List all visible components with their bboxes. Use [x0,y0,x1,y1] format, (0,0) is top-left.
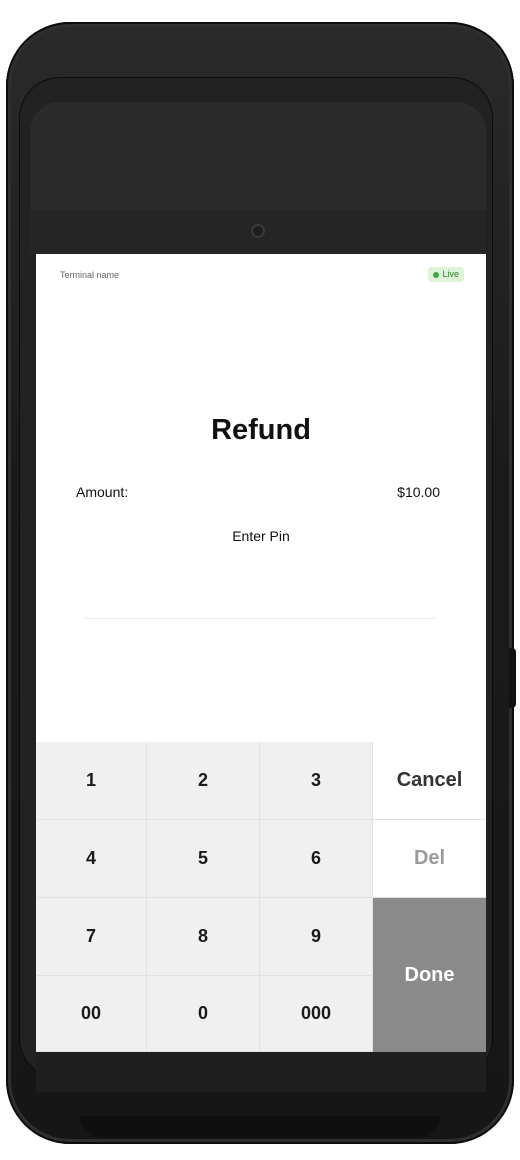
key-3[interactable]: 3 [260,742,373,820]
terminal-screen: Terminal name Live Refund Amount: $10.00… [36,254,486,1052]
device-bottom-rim [80,1116,440,1138]
status-badge: Live [428,267,464,282]
key-0[interactable]: 0 [147,976,260,1052]
keypad: 1 2 3 Cancel 4 5 6 Del 7 8 9 Done 00 0 0… [36,742,486,1052]
key-1[interactable]: 1 [36,742,147,820]
delete-button[interactable]: Del [373,820,486,898]
key-2[interactable]: 2 [147,742,260,820]
key-6[interactable]: 6 [260,820,373,898]
pin-label: Enter Pin [232,528,290,544]
key-00[interactable]: 00 [36,976,147,1052]
key-4[interactable]: 4 [36,820,147,898]
device-bottom-bar [36,1052,486,1092]
status-badge-label: Live [442,269,459,279]
device-top-panel [30,102,486,210]
amount-value: $10.00 [397,484,440,500]
pin-input[interactable] [84,570,436,619]
key-5[interactable]: 5 [147,820,260,898]
device-side-button [509,648,516,708]
key-000[interactable]: 000 [260,976,373,1052]
key-8[interactable]: 8 [147,898,260,976]
key-7[interactable]: 7 [36,898,147,976]
done-button[interactable]: Done [373,898,486,1052]
amount-label: Amount: [76,484,129,500]
live-dot-icon [433,271,440,278]
camera-icon [251,224,265,238]
page-title: Refund [211,414,311,446]
key-9[interactable]: 9 [260,898,373,976]
cancel-button[interactable]: Cancel [373,742,486,820]
terminal-name: Terminal name [60,270,120,280]
